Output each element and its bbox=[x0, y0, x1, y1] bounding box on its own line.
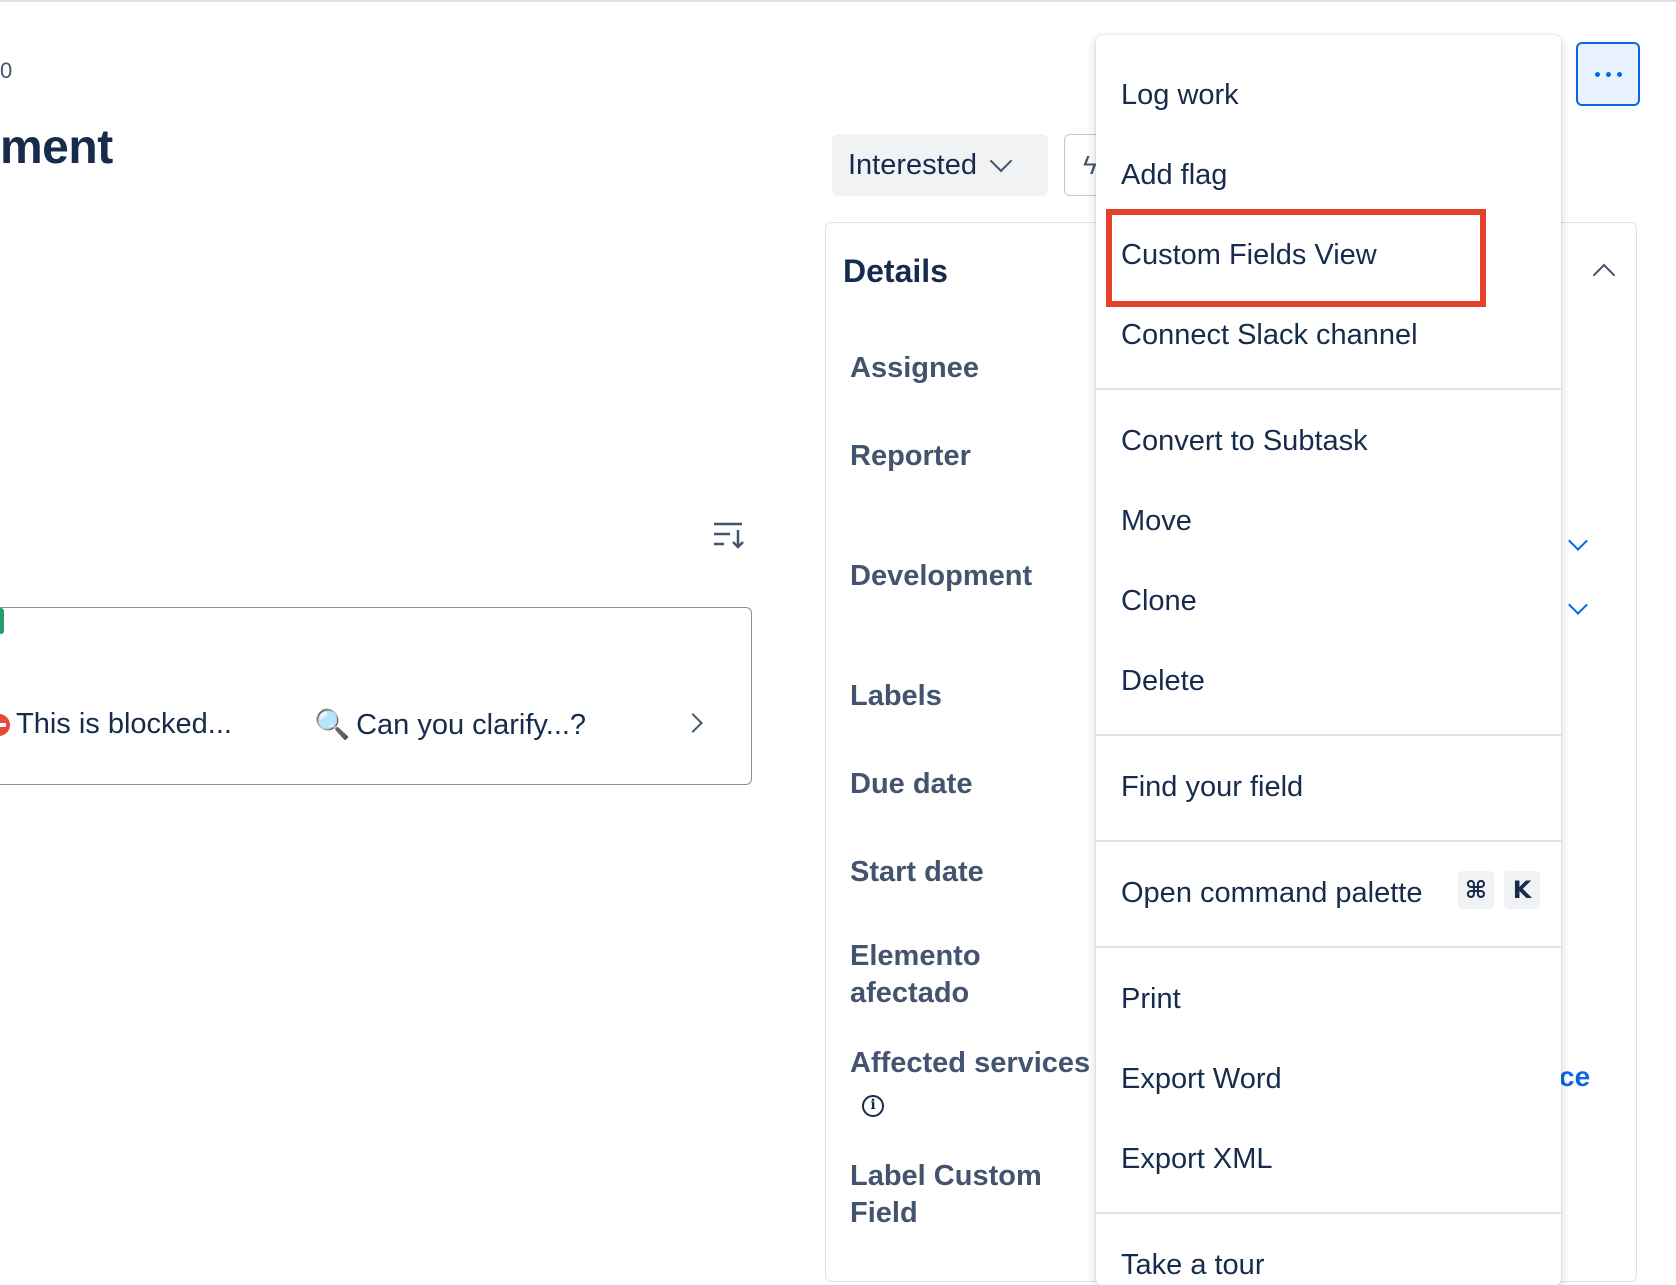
chevron-down-icon[interactable] bbox=[1568, 595, 1588, 615]
field-label-affected-services: Affected services i bbox=[850, 1045, 1090, 1119]
shortcut-key: K bbox=[1504, 871, 1540, 909]
field-label-development: Development bbox=[850, 560, 1033, 592]
quick-reply-partial[interactable] bbox=[0, 608, 4, 634]
menu-item-open-command-palette[interactable]: Open command palette ⌘ K bbox=[1121, 871, 1541, 910]
details-title: Details bbox=[843, 253, 948, 289]
field-label-start-date: Start date bbox=[850, 856, 984, 888]
menu-divider bbox=[1096, 840, 1561, 842]
quick-reply-clarify[interactable]: 🔍 Can you clarify...? bbox=[314, 708, 586, 742]
more-horizontal-icon bbox=[1594, 71, 1600, 77]
menu-item-custom-fields-view[interactable]: Custom Fields View bbox=[1121, 239, 1377, 272]
no-entry-icon bbox=[0, 714, 10, 736]
watch-dropdown-button[interactable]: Interested bbox=[832, 134, 1048, 196]
more-actions-button[interactable] bbox=[1576, 42, 1640, 106]
page-title: ment bbox=[0, 121, 113, 174]
menu-item-export-xml[interactable]: Export XML bbox=[1121, 1143, 1273, 1176]
menu-divider bbox=[1096, 388, 1561, 390]
magnifier-icon: 🔍 bbox=[314, 709, 351, 741]
affected-services-link[interactable]: ce bbox=[1559, 1061, 1590, 1093]
menu-item-delete[interactable]: Delete bbox=[1121, 665, 1205, 698]
menu-item-clone[interactable]: Clone bbox=[1121, 585, 1197, 618]
chevron-down-icon bbox=[989, 149, 1013, 173]
field-label-assignee: Assignee bbox=[850, 352, 979, 384]
command-key-icon: ⌘ bbox=[1458, 871, 1494, 909]
menu-item-label: Open command palette bbox=[1121, 877, 1423, 909]
menu-item-connect-slack-channel[interactable]: Connect Slack channel bbox=[1121, 319, 1418, 352]
menu-item-add-flag[interactable]: Add flag bbox=[1121, 159, 1227, 192]
menu-item-print[interactable]: Print bbox=[1121, 983, 1181, 1016]
top-border bbox=[0, 0, 1676, 2]
quick-reply-bar: This is blocked... 🔍 Can you clarify...? bbox=[0, 607, 752, 785]
sort-icon[interactable] bbox=[712, 520, 746, 550]
menu-divider bbox=[1096, 734, 1561, 736]
menu-item-find-your-field[interactable]: Find your field bbox=[1121, 771, 1303, 804]
menu-item-take-a-tour[interactable]: Take a tour bbox=[1121, 1249, 1264, 1282]
menu-item-export-word[interactable]: Export Word bbox=[1121, 1063, 1282, 1096]
chevron-up-icon[interactable] bbox=[1592, 263, 1616, 287]
watch-label: Interested bbox=[848, 148, 977, 181]
chevron-right-icon[interactable] bbox=[683, 713, 703, 733]
info-icon[interactable]: i bbox=[862, 1094, 884, 1117]
more-actions-menu: Log work Add flag Custom Fields View Con… bbox=[1096, 35, 1561, 1285]
breadcrumb[interactable]: 0 bbox=[0, 58, 12, 84]
menu-item-log-work[interactable]: Log work bbox=[1121, 79, 1239, 112]
field-label-labels: Labels bbox=[850, 680, 942, 712]
menu-divider bbox=[1096, 946, 1561, 948]
field-label-reporter: Reporter bbox=[850, 440, 971, 472]
lightning-icon: ϟ bbox=[1083, 149, 1097, 180]
field-label-due-date: Due date bbox=[850, 768, 973, 800]
menu-item-move[interactable]: Move bbox=[1121, 505, 1192, 538]
menu-item-convert-to-subtask[interactable]: Convert to Subtask bbox=[1121, 425, 1368, 458]
chevron-down-icon[interactable] bbox=[1568, 531, 1588, 551]
field-label-label-custom-field: Label Custom Field bbox=[850, 1160, 1042, 1229]
quick-reply-blocked[interactable]: This is blocked... bbox=[0, 708, 232, 741]
menu-divider bbox=[1096, 1212, 1561, 1214]
quick-reply-label: This is blocked... bbox=[16, 708, 232, 740]
field-label-elemento-afectado: Elemento afectado bbox=[850, 940, 981, 1009]
quick-reply-label: Can you clarify...? bbox=[356, 709, 587, 741]
